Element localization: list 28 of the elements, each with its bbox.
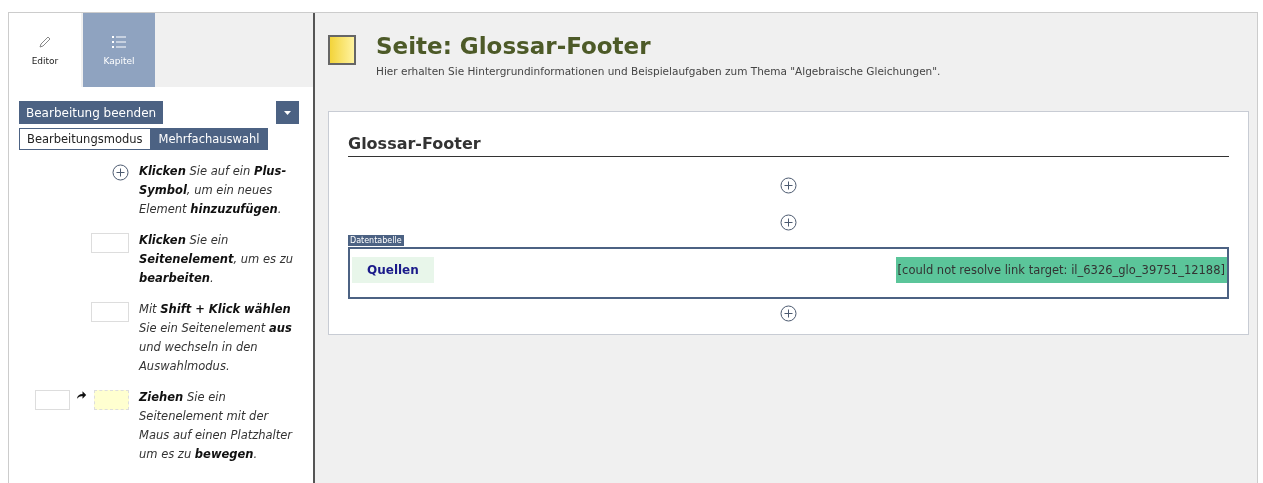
page-icon (328, 35, 356, 65)
mode-toggle[interactable]: Bearbeitungsmodus (19, 128, 151, 150)
help-text: Ziehen Sie ein Seitenelement mit der Maus auf einen Platzhalter um es zu bewegen. (139, 389, 294, 463)
plus-icon (780, 214, 797, 231)
help-text: Mit Shift + Klick wählen Sie ein Seitenelement aus und wechseln in den Auswahlmodus. (139, 301, 293, 375)
section-heading: Glossar-Footer (348, 134, 1229, 157)
mode-toggle[interactable]: Mehrfachauswahl (150, 128, 268, 150)
sidebar-tab[interactable]: Editor (9, 13, 81, 87)
element-placeholder (91, 302, 129, 322)
help-text: Klicken Sie auf ein Plus-Symbol, um ein neues Element hinzuzufügen. (139, 163, 288, 218)
list-icon (111, 34, 127, 50)
page-description: Hier erhalten Sie Hintergrundinformationen und Beispielaufgaben zum Thema "Algebraische Gleichungen". (376, 65, 941, 77)
caret-icon (284, 110, 291, 115)
table-cell: Quellen (352, 257, 434, 283)
plus-icon (780, 305, 797, 322)
link-error-text: [could not resolve link target: il_6326_glo_39751_12188] (895, 257, 1227, 283)
pencil-icon (37, 34, 53, 50)
element-placeholder (35, 390, 71, 410)
page-title: Seite: Glossar-Footer (376, 33, 652, 59)
arrow-icon (76, 390, 88, 400)
plus-icon (780, 177, 797, 194)
finish-editing-button[interactable]: Bearbeitung beenden (19, 101, 164, 124)
add-icon (112, 164, 129, 181)
help-text: Klicken Sie ein Seitenelement, um es zu bearbeiten. (139, 232, 294, 287)
dropdown-button[interactable] (276, 101, 299, 124)
drop-target-placeholder (93, 390, 129, 410)
element-placeholder (91, 233, 129, 253)
element-label: Datentabelle (348, 235, 404, 246)
